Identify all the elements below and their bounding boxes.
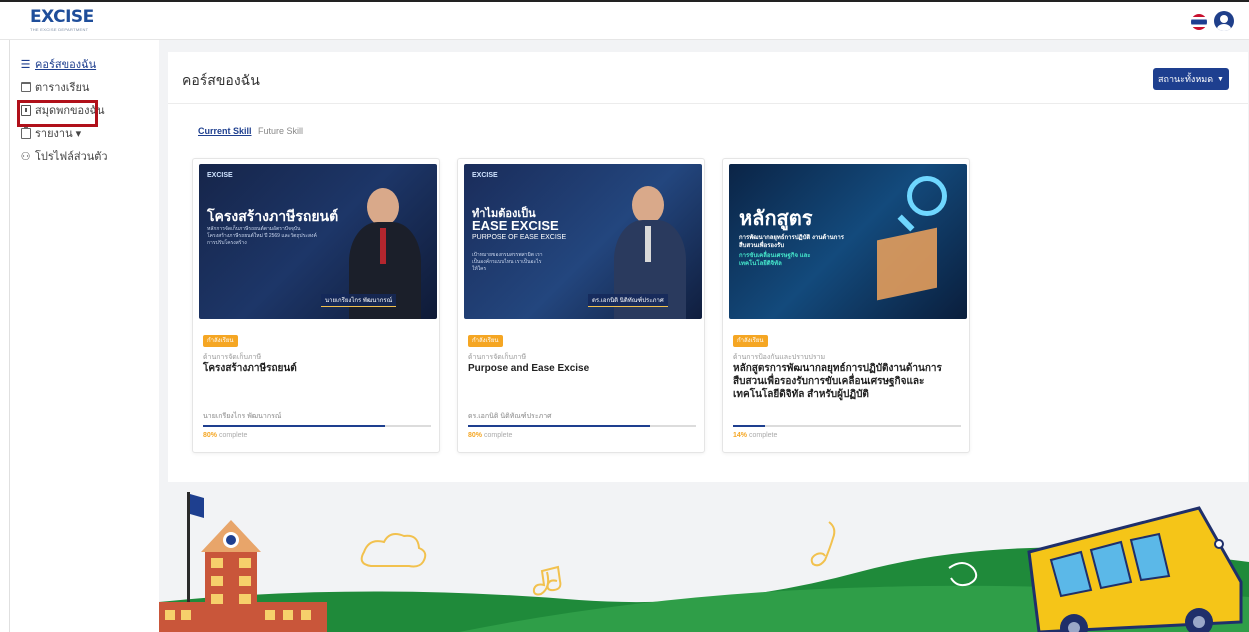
magnifier-icon xyxy=(907,176,947,216)
panel-header: คอร์สของฉัน สถานะทั้งหมด ▼ xyxy=(168,52,1248,104)
thumbnail-heading: โครงสร้างภาษีรถยนต์ xyxy=(207,208,339,224)
bus-illustration xyxy=(1027,506,1243,632)
progress-bar xyxy=(468,425,696,427)
thumbnail-caption: หลักการจัดเก็บภาษีรถยนต์ตามอัตราปัจจุบัน… xyxy=(207,226,317,246)
skill-tabs: Current Skill Future Skill xyxy=(198,126,307,136)
status-badge: กำลังเรียน xyxy=(733,335,768,347)
thumbnail-heading-en: EASE EXCISE xyxy=(472,218,559,233)
logo-wordmark: EXCISE xyxy=(30,7,94,27)
magnifier-handle xyxy=(897,214,915,232)
thumbnail-heading: หลักสูตร xyxy=(739,208,813,230)
sidebar-item-label: ตารางเรียน xyxy=(35,82,90,94)
thumbnail-speaker-name: ดร.เอกนิติ นิติทัณฑ์ประภาศ xyxy=(588,294,668,307)
sidebar-item-label: โปรไฟล์ส่วนตัว xyxy=(35,151,108,163)
user-circle-icon[interactable] xyxy=(1214,11,1234,31)
sidebar-item-profile[interactable]: ⚇ โปรไฟล์ส่วนตัว xyxy=(20,146,140,166)
progress-text: 14% complete xyxy=(733,432,778,439)
logo-subtext: THE EXCISE DEPARTMENT xyxy=(30,27,89,32)
course-thumbnail: หลักสูตร การพัฒนากลยุทธ์การปฏิบัติ งานด้… xyxy=(729,164,967,319)
calendar-icon xyxy=(20,82,31,93)
status-filter-label: สถานะทั้งหมด xyxy=(1158,74,1214,84)
course-title[interactable]: Purpose and Ease Excise xyxy=(468,362,696,375)
thumbnail-speaker-name: นายเกรียงไกร พัฒนากรณ์ xyxy=(321,294,397,307)
sidebar-item-schedule[interactable]: ตารางเรียน xyxy=(20,77,140,97)
school-scene-svg xyxy=(159,492,1249,632)
clipboard-icon xyxy=(20,126,31,139)
course-card[interactable]: EXCISE ทำไมต้องเป็น EASE EXCISE PURPOSE … xyxy=(457,158,705,453)
thumbnail-caption: เป้าหมายของกรมสรรพสามิต เราเป็นองค์กรแบบ… xyxy=(472,252,543,272)
sidebar-item-my-courses[interactable]: ☰ คอร์สของฉัน xyxy=(20,54,140,74)
thumbnail-logo: EXCISE xyxy=(472,172,498,179)
course-title[interactable]: โครงสร้างภาษีรถยนต์ xyxy=(203,362,431,375)
status-filter-button[interactable]: สถานะทั้งหมด ▼ xyxy=(1153,68,1229,90)
thumbnail-logo: EXCISE xyxy=(207,172,233,179)
progress-text: 80% complete xyxy=(468,432,513,439)
box-illustration xyxy=(877,227,937,301)
top-header: EXCISE THE EXCISE DEPARTMENT xyxy=(0,0,1249,40)
thai-flag-icon[interactable] xyxy=(1191,14,1207,30)
caret-down-icon: ▼ xyxy=(1217,75,1224,83)
progress-bar xyxy=(733,425,961,427)
course-instructor: นายเกรียงไกร พัฒนากรณ์ xyxy=(203,413,282,420)
excise-logo[interactable]: EXCISE THE EXCISE DEPARTMENT xyxy=(30,7,94,34)
progress-text: 80% complete xyxy=(203,432,248,439)
status-badge: กำลังเรียน xyxy=(468,335,503,347)
page-left-border xyxy=(9,40,10,632)
thumbnail-subheading: PURPOSE OF EASE EXCISE xyxy=(472,234,567,241)
page-title: คอร์สของฉัน xyxy=(182,72,260,88)
sidebar-item-label: คอร์สของฉัน xyxy=(35,59,97,71)
school-illustration xyxy=(159,482,1249,632)
course-thumbnail: EXCISE ทำไมต้องเป็น EASE EXCISE PURPOSE … xyxy=(464,164,702,319)
course-thumbnail: EXCISE โครงสร้างภาษีรถยนต์ หลักการจัดเก็… xyxy=(199,164,437,319)
thumbnail-caption-1: การพัฒนากลยุทธ์การปฏิบัติ งานด้านการสืบส… xyxy=(739,235,844,249)
list-icon: ☰ xyxy=(20,58,31,71)
users-icon: ⚇ xyxy=(20,150,31,163)
course-card[interactable]: หลักสูตร การพัฒนากลยุทธ์การปฏิบัติ งานด้… xyxy=(722,158,970,453)
courses-panel: คอร์สของฉัน สถานะทั้งหมด ▼ Current Skill… xyxy=(168,52,1248,482)
course-card[interactable]: EXCISE โครงสร้างภาษีรถยนต์ หลักการจัดเก็… xyxy=(192,158,440,453)
tab-future-skill[interactable]: Future Skill xyxy=(258,126,303,136)
progress-bar xyxy=(203,425,431,427)
course-instructor: ดร.เอกนิติ นิติทัณฑ์ประภาศ xyxy=(468,413,552,420)
thumbnail-caption-2: การขับเคลื่อนเศรษฐกิจ และเทคโนโลยีดิจิทั… xyxy=(739,253,811,267)
course-title[interactable]: หลักสูตรการพัฒนากลยุทธ์การปฏิบัติงานด้าน… xyxy=(733,362,961,401)
status-badge: กำลังเรียน xyxy=(203,335,238,347)
tab-current-skill[interactable]: Current Skill xyxy=(198,126,252,136)
highlight-box xyxy=(17,100,98,127)
